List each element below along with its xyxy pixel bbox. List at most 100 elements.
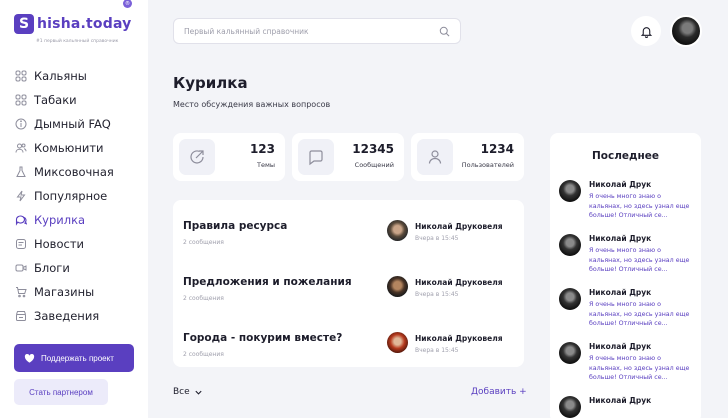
become-partner-button[interactable]: Стать партнером (14, 379, 108, 405)
sidebar-item-label: Магазины (34, 285, 95, 299)
filter-label: Все (173, 387, 190, 397)
logo[interactable]: S hisha.today (14, 14, 132, 34)
thread-message-count: 2 сообщения (183, 295, 224, 302)
stat-label: Пользователей (461, 161, 514, 169)
latest-title: Последнее (591, 150, 659, 162)
sidebar: S hisha.today ® #1 первый кальянный спра… (0, 0, 148, 418)
latest-item[interactable]: Николай Друк Я очень много знаю о кальян… (559, 180, 699, 226)
thread-title[interactable]: Правила ресурса (183, 220, 287, 232)
sidebar-item-label: Курилка (34, 213, 86, 227)
latest-text: Я очень много знаю о кальянах, но здесь … (589, 355, 690, 381)
sidebar-item-label: Новости (34, 237, 84, 251)
logo-tagline: #1 первый кальянный справочник (36, 39, 119, 44)
search-input[interactable]: Первый кальянный справочник (173, 18, 461, 44)
thread-message-count: 2 сообщения (183, 351, 224, 358)
store-icon (14, 310, 27, 323)
sidebar-item-blogs[interactable]: Блоги (14, 256, 144, 280)
author-avatar (387, 276, 408, 297)
latest-author: Николай Друк (589, 180, 652, 189)
sidebar-item-label: Дымный FAQ (34, 117, 111, 131)
search-placeholder: Первый кальянный справочник (184, 26, 309, 36)
sidebar-item-label: Миксовочная (34, 165, 114, 179)
latest-text: Я очень много знаю о кальянах, но здесь … (589, 301, 690, 327)
stat-card-topics: 123 Темы (173, 133, 285, 181)
thread-row[interactable]: Правила ресурса 2 сообщения Николай Друк… (173, 206, 524, 258)
stat-card-users: 1234 Пользователей (411, 133, 524, 181)
latest-avatar (559, 180, 581, 202)
thread-author[interactable]: Николай Друковеля (415, 222, 503, 231)
user-icon (417, 139, 453, 175)
filter-dropdown[interactable]: Все (173, 387, 203, 397)
heart-icon (24, 353, 35, 363)
bolt-icon (14, 190, 27, 203)
sidebar-item-tobacco[interactable]: Табаки (14, 88, 144, 112)
thread-time: Вчера в 15:45 (415, 291, 459, 298)
page-subtitle: Место обсуждения важных вопросов (173, 100, 331, 109)
message-icon (298, 139, 334, 175)
notifications-button[interactable] (631, 16, 661, 46)
sidebar-item-label: Блоги (34, 261, 70, 275)
sidebar-item-faq[interactable]: Дымный FAQ (14, 112, 144, 136)
author-avatar (387, 332, 408, 353)
search-icon[interactable] (439, 26, 450, 37)
latest-text: Я очень много знаю о кальянах, но здесь … (589, 247, 690, 273)
latest-item[interactable]: Николай Друк Я очень много знаю о кальян… (559, 288, 699, 334)
user-avatar[interactable] (670, 15, 702, 47)
thread-title[interactable]: Города - покурим вместе? (183, 332, 342, 344)
cart-icon (14, 286, 27, 299)
sidebar-item-news[interactable]: Новости (14, 232, 144, 256)
latest-item[interactable]: Николай Друк Я очень много знаю о кальян… (559, 234, 699, 280)
latest-avatar (559, 288, 581, 310)
sidebar-item-label: Кальяны (34, 69, 87, 83)
flask-icon (14, 166, 27, 179)
video-icon (14, 262, 27, 275)
support-project-label: Поддержать проект (41, 353, 114, 363)
author-avatar (387, 220, 408, 241)
latest-text: Я очень много знаю о кальянах, но здесь … (589, 193, 690, 219)
logo-text: hisha.today (37, 16, 132, 32)
sidebar-item-smoking-room[interactable]: Курилка (14, 208, 144, 232)
sidebar-item-shops[interactable]: Магазины (14, 280, 144, 304)
page-title: Курилка (173, 74, 248, 92)
latest-avatar (559, 396, 581, 418)
latest-author: Николай Друк (589, 396, 652, 405)
latest-author: Николай Друк (589, 288, 652, 297)
latest-author: Николай Друк (589, 342, 652, 351)
thread-row[interactable]: Предложения и пожелания 2 сообщения Нико… (173, 262, 524, 314)
chevron-down-icon (195, 390, 202, 395)
stat-value: 123 (249, 142, 275, 156)
sidebar-item-label: Популярное (34, 189, 108, 203)
latest-panel: Последнее Николай Друк Я очень много зна… (550, 133, 701, 418)
thread-row[interactable]: Города - покурим вместе? 2 сообщения Ник… (173, 318, 524, 370)
logo-mark: S (14, 14, 34, 34)
users-icon (14, 142, 27, 155)
thread-author[interactable]: Николай Друковеля (415, 334, 503, 343)
thread-message-count: 2 сообщения (183, 239, 224, 246)
stat-value: 12345 (352, 142, 394, 156)
support-project-button[interactable]: Поддержать проект (14, 344, 134, 372)
sidebar-item-popular[interactable]: Популярное (14, 184, 144, 208)
latest-avatar (559, 234, 581, 256)
add-thread-link[interactable]: Добавить + (471, 387, 527, 397)
info-icon (14, 118, 27, 131)
sidebar-item-community[interactable]: Комьюнити (14, 136, 144, 160)
stat-card-messages: 12345 Сообщений (292, 133, 404, 181)
share-icon (179, 139, 215, 175)
sidebar-item-venues[interactable]: Заведения (14, 304, 144, 328)
chat-icon (14, 214, 27, 227)
bell-icon (640, 26, 652, 38)
thread-title[interactable]: Предложения и пожелания (183, 276, 352, 288)
sidebar-item-label: Заведения (34, 309, 100, 323)
grid-icon (14, 94, 27, 107)
sidebar-item-hookahs[interactable]: Кальяны (14, 64, 144, 88)
stat-label: Темы (256, 161, 275, 169)
stat-value: 1234 (480, 142, 514, 156)
latest-avatar (559, 342, 581, 364)
sidebar-item-mixes[interactable]: Миксовочная (14, 160, 144, 184)
thread-author[interactable]: Николай Друковеля (415, 278, 503, 287)
grid-icon (14, 70, 27, 83)
sidebar-nav: Кальяны Табаки Дымный FAQ Комьюнити Микс… (14, 64, 144, 328)
latest-item[interactable]: Николай Друк Я очень много знаю о кальян… (559, 342, 699, 388)
latest-item[interactable]: Николай Друк (559, 396, 699, 418)
newspaper-icon (14, 238, 27, 251)
